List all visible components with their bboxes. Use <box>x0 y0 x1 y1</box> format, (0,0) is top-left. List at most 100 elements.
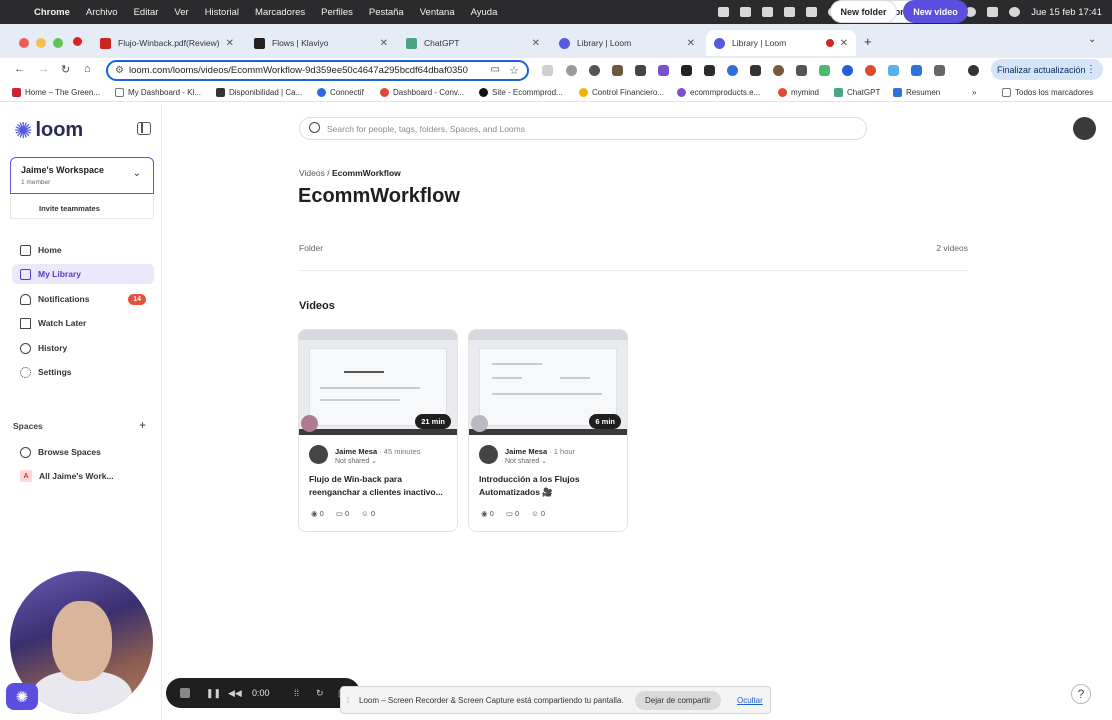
tab-flujo-winback[interactable]: Flujo-Winback.pdf(Review) ✕ <box>92 30 242 56</box>
video-card[interactable]: 6 min Jaime Mesa · 1 hour Not shared ⌄ I… <box>468 329 628 532</box>
video-title[interactable]: Flujo de Win-back para reenganchar a cli… <box>309 473 451 499</box>
drag-handle-icon[interactable]: ⁞ <box>347 696 349 705</box>
drag-handle-icon[interactable]: ⁞⁞ <box>294 688 299 698</box>
close-tab-icon[interactable]: ✕ <box>687 38 695 49</box>
extension-icon[interactable] <box>911 65 922 76</box>
bookmark-item[interactable]: Disponibilidad | Ca... <box>216 88 302 97</box>
extension-icon[interactable] <box>842 65 853 76</box>
extension-icon[interactable] <box>542 65 553 76</box>
tab-chatgpt[interactable]: ChatGPT ✕ <box>398 30 548 56</box>
video-thumbnail[interactable]: 6 min <box>469 330 627 435</box>
bookmark-item[interactable]: Resumen <box>893 88 940 97</box>
extension-icon[interactable] <box>635 65 646 76</box>
extension-icon[interactable] <box>658 65 669 76</box>
menu-pestana[interactable]: Pestaña <box>369 7 404 18</box>
bookmarks-overflow-icon[interactable]: » <box>972 88 976 97</box>
hide-link[interactable]: Ocultar <box>737 696 763 705</box>
bookmark-item[interactable]: Site - Ecommprod... <box>479 88 563 97</box>
new-folder-button[interactable]: New folder <box>830 0 897 23</box>
extension-icon[interactable] <box>773 65 784 76</box>
video-thumbnail[interactable]: 21 min <box>299 330 457 435</box>
address-bar[interactable]: ⚙ loom.com/looms/videos/EcommWorkflow-9d… <box>106 60 529 81</box>
extension-icon[interactable] <box>888 65 899 76</box>
new-tab-icon[interactable]: + <box>864 34 872 49</box>
loom-star-icon[interactable]: ✺ <box>6 683 38 710</box>
minimize-window-button[interactable] <box>36 38 46 48</box>
extension-icon[interactable] <box>566 65 577 76</box>
tab-search-icon[interactable]: ⌄ <box>1088 34 1096 45</box>
rewind-icon[interactable]: ◀◀ <box>228 688 242 699</box>
bookmark-item[interactable]: Home – The Green... <box>12 88 100 97</box>
stop-sharing-button[interactable]: Dejar de compartir <box>635 691 721 710</box>
video-card[interactable]: 21 min Jaime Mesa · 45 minutes Not share… <box>298 329 458 532</box>
home-icon[interactable]: ⌂ <box>84 63 91 75</box>
menu-ayuda[interactable]: Ayuda <box>471 7 498 18</box>
search-input[interactable]: Search for people, tags, folders, Spaces… <box>299 117 867 140</box>
tab-klaviyo[interactable]: Flows | Klaviyo ✕ <box>246 30 396 56</box>
share-status-dropdown[interactable]: Not shared ⌄ <box>505 457 547 465</box>
new-video-button[interactable]: New video <box>903 0 968 23</box>
profile-avatar-icon[interactable] <box>968 65 979 76</box>
sidebar-item-my-library[interactable]: My Library <box>12 264 154 284</box>
zoom-window-button[interactable] <box>53 38 63 48</box>
status-icon[interactable] <box>806 7 818 17</box>
pause-icon[interactable]: ❚❚ <box>206 688 221 699</box>
menu-archivo[interactable]: Archivo <box>86 7 118 18</box>
menu-historial[interactable]: Historial <box>205 7 239 18</box>
menu-ventana[interactable]: Ventana <box>420 7 455 18</box>
control-center-icon[interactable] <box>987 7 999 17</box>
extension-icon[interactable] <box>865 65 876 76</box>
sidebar-item-notifications[interactable]: Notifications 14 <box>12 289 154 309</box>
bookmark-item[interactable]: Control Financiero... <box>579 88 664 97</box>
avatar[interactable] <box>1073 117 1096 140</box>
invite-teammates-button[interactable]: Invite teammates <box>10 194 154 219</box>
forward-icon[interactable]: → <box>38 63 49 75</box>
menu-perfiles[interactable]: Perfiles <box>321 7 353 18</box>
close-tab-icon[interactable]: ✕ <box>226 38 234 49</box>
close-tab-icon[interactable]: ✕ <box>380 38 388 49</box>
cast-icon[interactable]: ▭ <box>491 64 500 75</box>
tab-library-loom-active[interactable]: Library | Loom ✕ <box>706 30 856 56</box>
share-status-dropdown[interactable]: Not shared ⌄ <box>335 457 377 465</box>
kebab-menu-icon[interactable]: ⋮ <box>1086 64 1096 75</box>
close-tab-icon[interactable]: ✕ <box>840 38 848 49</box>
workspace-switcher[interactable]: Jaime's Workspace 1 member ⌄ <box>10 157 154 194</box>
extensions-puzzle-icon[interactable] <box>934 65 945 76</box>
siri-icon[interactable] <box>1009 7 1021 17</box>
loom-logo[interactable]: ✺ loom <box>14 119 83 142</box>
video-title[interactable]: Introducción a los Flujos Automatizados … <box>479 473 621 499</box>
bookmark-item[interactable]: ecommproducts.e... <box>677 88 760 97</box>
bookmark-item[interactable]: mymind <box>778 88 819 97</box>
close-tab-icon[interactable]: ✕ <box>532 38 540 49</box>
extension-icon[interactable] <box>727 65 738 76</box>
update-chrome-button[interactable]: Finalizar actualización ⋮ <box>991 59 1103 80</box>
reload-icon[interactable]: ↻ <box>61 63 70 76</box>
bookmark-item[interactable]: My Dashboard - Kl... <box>115 88 201 97</box>
extension-icon[interactable] <box>589 65 600 76</box>
sidebar-item-watch-later[interactable]: Watch Later <box>12 313 154 333</box>
sidebar-item-home[interactable]: Home <box>12 240 154 260</box>
bookmark-star-icon[interactable]: ☆ <box>509 64 519 77</box>
bookmark-item[interactable]: ChatGPT <box>834 88 880 97</box>
site-info-icon[interactable]: ⚙ <box>115 65 124 76</box>
menubar-clock[interactable]: Jue 15 feb 17:41 <box>1031 7 1102 18</box>
sidebar-item-settings[interactable]: Settings <box>12 362 154 382</box>
tab-library-loom[interactable]: Library | Loom ✕ <box>551 30 703 56</box>
close-window-button[interactable] <box>19 38 29 48</box>
bookmark-item[interactable]: Dashboard - Conv... <box>380 88 464 97</box>
menu-ver[interactable]: Ver <box>174 7 188 18</box>
sidebar-item-history[interactable]: History <box>12 338 154 358</box>
restart-icon[interactable]: ↻ <box>316 688 324 699</box>
menu-app[interactable]: Chrome <box>34 7 70 18</box>
stop-recording-icon[interactable] <box>180 688 190 698</box>
sidebar-item-all-workspace[interactable]: A All Jaime's Work... <box>12 466 154 486</box>
status-icon[interactable] <box>718 7 730 17</box>
help-icon[interactable]: ? <box>1071 684 1091 704</box>
extension-icon[interactable] <box>681 65 692 76</box>
extension-icon[interactable] <box>796 65 807 76</box>
extension-icon[interactable] <box>750 65 761 76</box>
all-bookmarks[interactable]: Todos los marcadores <box>1002 88 1093 97</box>
back-icon[interactable]: ← <box>14 63 25 75</box>
menu-marcadores[interactable]: Marcadores <box>255 7 305 18</box>
bookmark-item[interactable]: Connectif <box>317 88 364 97</box>
